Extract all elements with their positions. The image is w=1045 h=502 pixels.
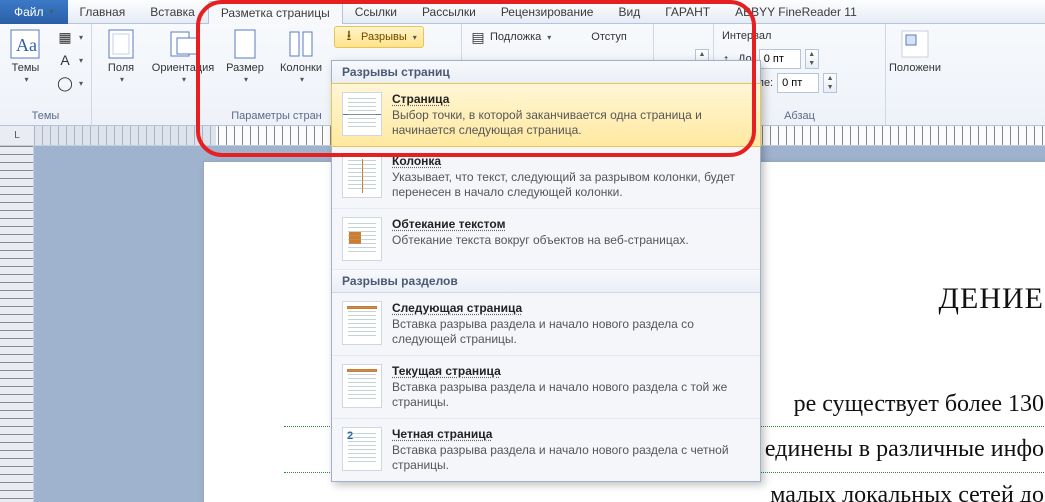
tab-references[interactable]: Ссылки — [343, 0, 410, 24]
breaks-button[interactable]: ⭳ Разрывы ▾ — [334, 26, 424, 48]
chevron-down-icon: ▾ — [50, 7, 54, 16]
gallery-item-page[interactable]: Страница Выбор точки, в которой заканчив… — [331, 83, 761, 147]
page-setup-small-buttons: ⭳ Разрывы ▾ — [334, 26, 424, 48]
spacing-before-input[interactable] — [759, 49, 801, 69]
size-button[interactable]: Размер▾ — [220, 26, 270, 87]
tab-mailings[interactable]: Рассылки — [410, 0, 489, 24]
gallery-item-desc: Обтекание текста вокруг объектов на веб-… — [392, 233, 689, 248]
tab-file-label: Файл — [14, 5, 44, 19]
tab-abbyy[interactable]: ABBYY FineReader 11 — [723, 0, 870, 24]
gallery-item-title: Следующая страница — [392, 301, 750, 315]
font-icon: A — [57, 52, 73, 68]
group-themes-label: Темы — [4, 108, 87, 125]
tab-page-layout[interactable]: Разметка страницы — [208, 1, 343, 25]
gallery-heading-page-breaks: Разрывы страниц — [332, 61, 760, 84]
margins-button[interactable]: Поля▾ — [96, 26, 146, 87]
position-icon — [899, 28, 931, 60]
columns-button[interactable]: Колонки▾ — [276, 26, 326, 87]
gallery-item-continuous[interactable]: Текущая страница Вставка разрыва раздела… — [332, 356, 760, 419]
indent-label: Отступ — [591, 31, 627, 43]
palette-icon: ▦ — [57, 29, 73, 45]
chevron-down-icon: ▾ — [182, 76, 186, 85]
columns-icon — [285, 28, 317, 60]
spacing-after-input[interactable] — [777, 73, 819, 93]
orientation-button[interactable]: Ориентация▾ — [152, 26, 214, 87]
gallery-item-desc: Вставка разрыва раздела и начало нового … — [392, 380, 750, 410]
gallery-item-column[interactable]: Колонка Указывает, что текст, следующий … — [332, 146, 760, 209]
tab-file[interactable]: Файл ▾ — [0, 0, 68, 24]
chevron-down-icon: ▾ — [79, 56, 83, 65]
gallery-item-title: Текущая страница — [392, 364, 750, 378]
theme-colors-button[interactable]: ▦▾ — [53, 26, 87, 48]
chevron-down-icon: ▾ — [79, 33, 83, 42]
gallery-item-textwrap[interactable]: Обтекание текстом Обтекание текста вокру… — [332, 209, 760, 270]
column-break-icon — [342, 154, 382, 198]
gallery-item-next-page[interactable]: Следующая страница Вставка разрыва разде… — [332, 293, 760, 356]
group-arrange: Положени — [886, 24, 956, 125]
orientation-icon — [167, 28, 199, 60]
themes-sub-buttons: ▦▾ A▾ ◯▾ — [53, 26, 87, 94]
spinner-buttons[interactable]: ▲▼ — [805, 49, 819, 69]
tab-home[interactable]: Главная — [68, 0, 139, 24]
gallery-item-desc: Вставка разрыва раздела и начало нового … — [392, 317, 750, 347]
themes-button[interactable]: Aa Темы ▾ — [4, 26, 47, 87]
tab-view[interactable]: Вид — [606, 0, 653, 24]
chevron-down-icon: ▾ — [547, 33, 551, 42]
theme-effects-button[interactable]: ◯▾ — [53, 72, 87, 94]
gallery-heading-section-breaks: Разрывы разделов — [332, 270, 760, 293]
group-themes: Aa Темы ▾ ▦▾ A▾ ◯▾ Темы — [0, 24, 92, 125]
section-nextpage-icon — [342, 301, 382, 345]
chevron-down-icon: ▾ — [300, 76, 304, 85]
ruler-corner[interactable]: L — [0, 126, 34, 145]
gallery-item-title: Четная страница — [392, 427, 750, 441]
spinner-buttons[interactable]: ▲▼ — [823, 73, 837, 93]
chevron-down-icon: ▾ — [413, 33, 417, 42]
breaks-icon: ⭳ — [341, 29, 357, 45]
position-button[interactable]: Положени — [890, 26, 940, 76]
watermark-icon: ▤ — [470, 29, 486, 45]
gallery-item-desc: Вставка разрыва раздела и начало нового … — [392, 443, 750, 473]
interval-heading: Интервал — [722, 30, 771, 42]
gallery-item-title: Колонка — [392, 154, 750, 168]
theme-fonts-button[interactable]: A▾ — [53, 49, 87, 71]
gallery-item-title: Обтекание текстом — [392, 217, 689, 231]
breaks-gallery: Разрывы страниц Страница Выбор точки, в … — [331, 60, 761, 482]
chevron-down-icon: ▾ — [244, 76, 248, 85]
page-size-icon — [229, 28, 261, 60]
gallery-item-desc: Выбор точки, в которой заканчивается одн… — [392, 108, 750, 138]
gallery-item-title: Страница — [392, 92, 750, 106]
gallery-item-even-page[interactable]: 2 Четная страница Вставка разрыва раздел… — [332, 419, 760, 481]
svg-text:Aa: Aa — [16, 35, 37, 55]
chevron-down-icon: ▾ — [120, 76, 124, 85]
chevron-down-icon: ▾ — [24, 76, 28, 85]
textwrap-break-icon — [342, 217, 382, 261]
section-continuous-icon — [342, 364, 382, 408]
tab-garant[interactable]: ГАРАНТ — [653, 0, 723, 24]
margins-icon — [105, 28, 137, 60]
tab-insert[interactable]: Вставка — [138, 0, 208, 24]
page-break-icon — [342, 92, 382, 136]
effects-icon: ◯ — [57, 75, 73, 91]
chevron-down-icon: ▾ — [79, 79, 83, 88]
vertical-ruler[interactable] — [0, 146, 34, 502]
themes-label: Темы — [12, 62, 40, 74]
section-evenpage-icon: 2 — [342, 427, 382, 471]
gallery-item-desc: Указывает, что текст, следующий за разры… — [392, 170, 750, 200]
watermark-button[interactable]: ▤ Подложка ▾ — [466, 26, 555, 48]
themes-icon: Aa — [9, 28, 41, 60]
ribbon-tabstrip: Файл ▾ Главная Вставка Разметка страницы… — [0, 0, 1045, 24]
tab-review[interactable]: Рецензирование — [489, 0, 607, 24]
